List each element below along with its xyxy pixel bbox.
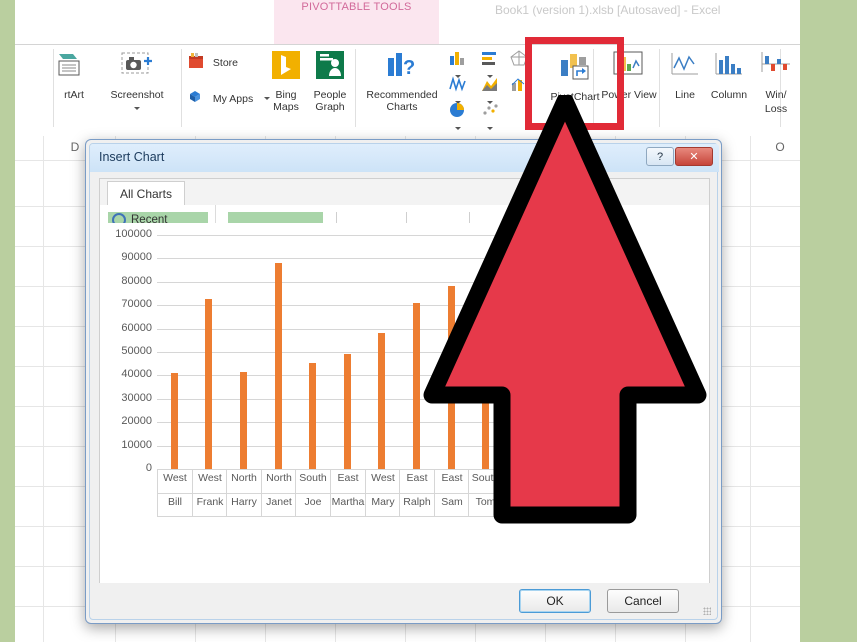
sparkline-line-button[interactable]: Line [665, 50, 705, 101]
store-icon [187, 52, 205, 73]
ribbon-tab-strip: ASDATAREVIEWVIEWANALYZEDESIGN [15, 22, 800, 44]
myapps-icon [187, 88, 205, 109]
chart-category-region: North [227, 472, 261, 484]
chart-category-region: West [193, 472, 227, 484]
store-button[interactable]: Store [187, 52, 267, 73]
people-graph-label: People Graph [307, 89, 353, 113]
chart-bar [171, 373, 178, 469]
chart-y-tick: 80000 [100, 275, 152, 287]
chart-category-cell: West Mary [365, 469, 400, 517]
chart-category-region: West [158, 472, 192, 484]
chart-y-tick: 20000 [100, 415, 152, 427]
group-divider [181, 49, 182, 127]
chart-y-tick: 40000 [100, 368, 152, 380]
chart-y-tick: 0 [100, 462, 152, 474]
sparkline-column-button[interactable]: Column [704, 50, 754, 101]
bing-maps-button[interactable]: Bing Maps [264, 50, 308, 113]
chart-category-cell: South Joe [295, 469, 330, 517]
smartart-button[interactable]: rtArt [45, 50, 103, 101]
chart-category-name: Frank [193, 496, 227, 508]
chart-category-region: North [262, 472, 296, 484]
sparkline-column-label: Column [704, 89, 754, 101]
chart-bar [275, 263, 282, 469]
bing-icon [264, 50, 308, 87]
sparkline-winloss-button[interactable]: Win/ Loss [754, 50, 798, 116]
chart-category-cell: West Frank [192, 469, 227, 517]
my-apps-label: My Apps [213, 93, 253, 105]
chart-bar [309, 363, 316, 469]
dialog-title: Insert Chart [99, 150, 164, 164]
annotation-arrow [420, 95, 710, 525]
sparkline-winloss-label: Win/ Loss [754, 88, 798, 116]
smartart-icon [45, 50, 103, 87]
column-header-o[interactable]: O [765, 140, 795, 154]
camera-icon [100, 50, 174, 87]
column-chart-icon [448, 58, 468, 70]
group-divider [355, 49, 356, 127]
chart-category-cell: North Janet [261, 469, 296, 517]
dialog-footer: OK Cancel [90, 585, 719, 621]
chart-category-name: Mary [366, 496, 400, 508]
screenshot-label: Screenshot [100, 89, 174, 101]
chart-category-cell: West Bill [157, 469, 192, 517]
recommended-charts-icon: ? [363, 50, 441, 87]
chart-y-tick: 100000 [100, 228, 152, 240]
chart-bar [240, 372, 247, 469]
smartart-label: rtArt [45, 89, 103, 101]
chart-bar [344, 354, 351, 469]
people-graph-button[interactable]: People Graph [307, 50, 353, 113]
sparkline-column-icon [704, 50, 754, 87]
chart-bar [205, 299, 212, 469]
chart-category-name: Bill [158, 496, 192, 508]
bing-maps-label: Bing Maps [264, 89, 308, 113]
store-label: Store [213, 57, 238, 69]
chart-y-tick: 10000 [100, 439, 152, 451]
bar-chart-icon [480, 58, 500, 70]
chart-category-name: Joe [296, 496, 330, 508]
chart-category-region: West [366, 472, 400, 484]
document-title: Book1 (version 1).xlsb [Autosaved] - Exc… [495, 3, 800, 17]
chart-category-name: Harry [227, 496, 261, 508]
ok-button[interactable]: OK [519, 589, 591, 613]
chevron-down-icon[interactable] [134, 107, 140, 110]
chart-category-name: Martha [331, 496, 365, 508]
chart-category-cell: East Martha [330, 469, 365, 517]
title-bar: Book1 (version 1).xlsb [Autosaved] - Exc… [15, 0, 800, 22]
cancel-button[interactable]: Cancel [607, 589, 679, 613]
tab-all-charts[interactable]: All Charts [107, 181, 185, 206]
people-icon [307, 50, 353, 87]
chart-y-tick: 90000 [100, 251, 152, 263]
screen: PIVOTTABLE TOOLS Book1 (version 1).xlsb … [0, 0, 857, 642]
chart-category-region: South [296, 472, 330, 484]
chart-category-cell: North Harry [226, 469, 261, 517]
chart-category-region: East [331, 472, 365, 484]
chart-y-tick: 70000 [100, 298, 152, 310]
sparkline-line-icon [665, 50, 705, 87]
resize-grip[interactable] [703, 607, 711, 615]
sparkline-winloss-icon [754, 50, 798, 86]
pivotchart-icon [538, 50, 612, 89]
chart-bar [378, 333, 385, 469]
svg-text:?: ? [403, 57, 415, 79]
chart-y-tick: 50000 [100, 345, 152, 357]
chart-y-tick: 60000 [100, 322, 152, 334]
chart-y-tick: 30000 [100, 392, 152, 404]
chart-bar [413, 303, 420, 469]
chart-category-name: Janet [262, 496, 296, 508]
screenshot-button[interactable]: Screenshot [100, 50, 174, 113]
